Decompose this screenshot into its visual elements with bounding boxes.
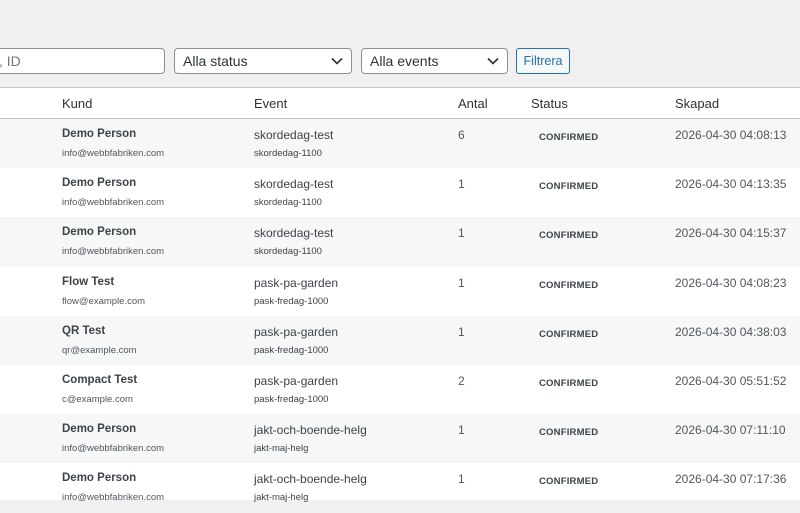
customer-name: Flow Test — [62, 275, 115, 288]
status-select-value: Alla status — [183, 53, 248, 69]
created-at: 2026-04-30 07:11:10 — [675, 423, 786, 438]
event-slug: pask-fredag-1000 — [254, 295, 329, 307]
created-at: 2026-04-30 04:13:35 — [675, 177, 787, 192]
event-select-value: Alla events — [370, 53, 439, 69]
status-badge: CONFIRMED — [539, 377, 599, 389]
event-name: pask-pa-garden — [254, 275, 339, 290]
event-slug: skordedag-1100 — [254, 246, 322, 258]
table-header: Kund Event Antal Status Skapad — [0, 88, 800, 119]
event-slug: skordedag-1100 — [254, 148, 322, 159]
event-name: pask-pa-garden — [254, 373, 339, 388]
created-at: 2026-04-30 04:38:03 — [675, 324, 787, 339]
filter-button[interactable]: Filtrera — [516, 48, 570, 74]
table-row[interactable]: Demo Person info@webbfabriken.com skorde… — [0, 168, 800, 217]
customer-email: info@webbfabriken.com — [62, 443, 165, 455]
quantity: 1 — [458, 177, 465, 192]
column-header-event[interactable]: Event — [254, 96, 287, 111]
customer-name: Demo Person — [62, 128, 137, 140]
event-name: jakt-och-boende-helg — [254, 423, 367, 438]
chevron-down-icon — [331, 57, 343, 65]
table-row[interactable]: Flow Test flow@example.com pask-pa-garde… — [0, 267, 800, 316]
table-row[interactable]: Demo Person info@webbfabriken.com jakt-o… — [0, 414, 800, 464]
status-badge: CONFIRMED — [539, 476, 599, 488]
event-slug: pask-fredag-1000 — [254, 344, 329, 356]
table-row[interactable]: Demo Person info@webbfabriken.com skorde… — [0, 217, 800, 267]
event-slug: skordedag-1100 — [254, 197, 322, 209]
event-name: skordedag-test — [254, 226, 334, 241]
event-name: jakt-och-boende-helg — [254, 472, 367, 487]
created-at: 2026-04-30 07:17:36 — [675, 472, 787, 487]
table-row[interactable]: Demo Person info@webbfabriken.com jakt-o… — [0, 463, 800, 512]
column-header-status[interactable]: Status — [531, 96, 568, 111]
customer-email: info@webbfabriken.com — [62, 246, 165, 258]
event-name: skordedag-test — [254, 177, 334, 192]
customer-name: Demo Person — [62, 472, 137, 485]
status-badge: CONFIRMED — [539, 181, 599, 193]
search-input[interactable] — [0, 48, 165, 74]
quantity: 2 — [458, 373, 465, 388]
customer-email: info@webbfabriken.com — [62, 492, 165, 504]
customer-email: c@example.com — [62, 393, 133, 405]
chevron-down-icon — [487, 57, 499, 65]
quantity: 1 — [458, 275, 465, 290]
event-name: skordedag-test — [254, 128, 334, 142]
event-slug: jakt-maj-helg — [254, 443, 309, 455]
column-header-kund[interactable]: Kund — [62, 96, 92, 111]
bookings-table: Kund Event Antal Status Skapad Demo Pers… — [0, 87, 800, 503]
event-slug: jakt-maj-helg — [254, 492, 309, 504]
event-select[interactable]: Alla events — [361, 48, 508, 74]
status-badge: CONFIRMED — [539, 230, 599, 242]
customer-email: flow@example.com — [62, 295, 146, 307]
customer-name: Demo Person — [62, 226, 137, 239]
event-slug: pask-fredag-1000 — [254, 393, 329, 405]
status-badge: CONFIRMED — [539, 279, 599, 291]
created-at: 2026-04-30 04:08:23 — [675, 275, 787, 290]
customer-name: Compact Test — [62, 373, 138, 386]
customer-name: Demo Person — [62, 423, 137, 436]
customer-email: qr@example.com — [62, 344, 137, 356]
created-at: 2026-04-30 04:08:13 — [675, 128, 787, 142]
table-row[interactable]: QR Test qr@example.com pask-pa-garden pa… — [0, 315, 800, 365]
quantity: 6 — [458, 128, 465, 142]
quantity: 1 — [458, 226, 465, 241]
table-row[interactable]: Compact Test c@example.com pask-pa-garde… — [0, 365, 800, 414]
table-row[interactable]: Demo Person info@webbfabriken.com skorde… — [0, 119, 800, 169]
customer-name: Demo Person — [62, 177, 137, 190]
filter-bar: Alla status Alla events Filtrera — [0, 0, 800, 87]
customer-email: info@webbfabriken.com — [62, 197, 165, 209]
quantity: 1 — [458, 423, 465, 438]
status-badge: CONFIRMED — [539, 132, 599, 143]
column-header-antal[interactable]: Antal — [458, 96, 488, 111]
event-name: pask-pa-garden — [254, 324, 339, 339]
status-select[interactable]: Alla status — [174, 48, 352, 74]
status-badge: CONFIRMED — [539, 427, 599, 439]
quantity: 1 — [458, 324, 465, 339]
column-header-skapad[interactable]: Skapad — [675, 96, 719, 111]
customer-email: info@webbfabriken.com — [62, 148, 165, 159]
customer-name: QR Test — [62, 324, 106, 337]
created-at: 2026-04-30 04:15:37 — [675, 226, 787, 241]
created-at: 2026-04-30 05:51:52 — [675, 373, 787, 388]
quantity: 1 — [458, 472, 465, 487]
status-badge: CONFIRMED — [539, 328, 599, 340]
